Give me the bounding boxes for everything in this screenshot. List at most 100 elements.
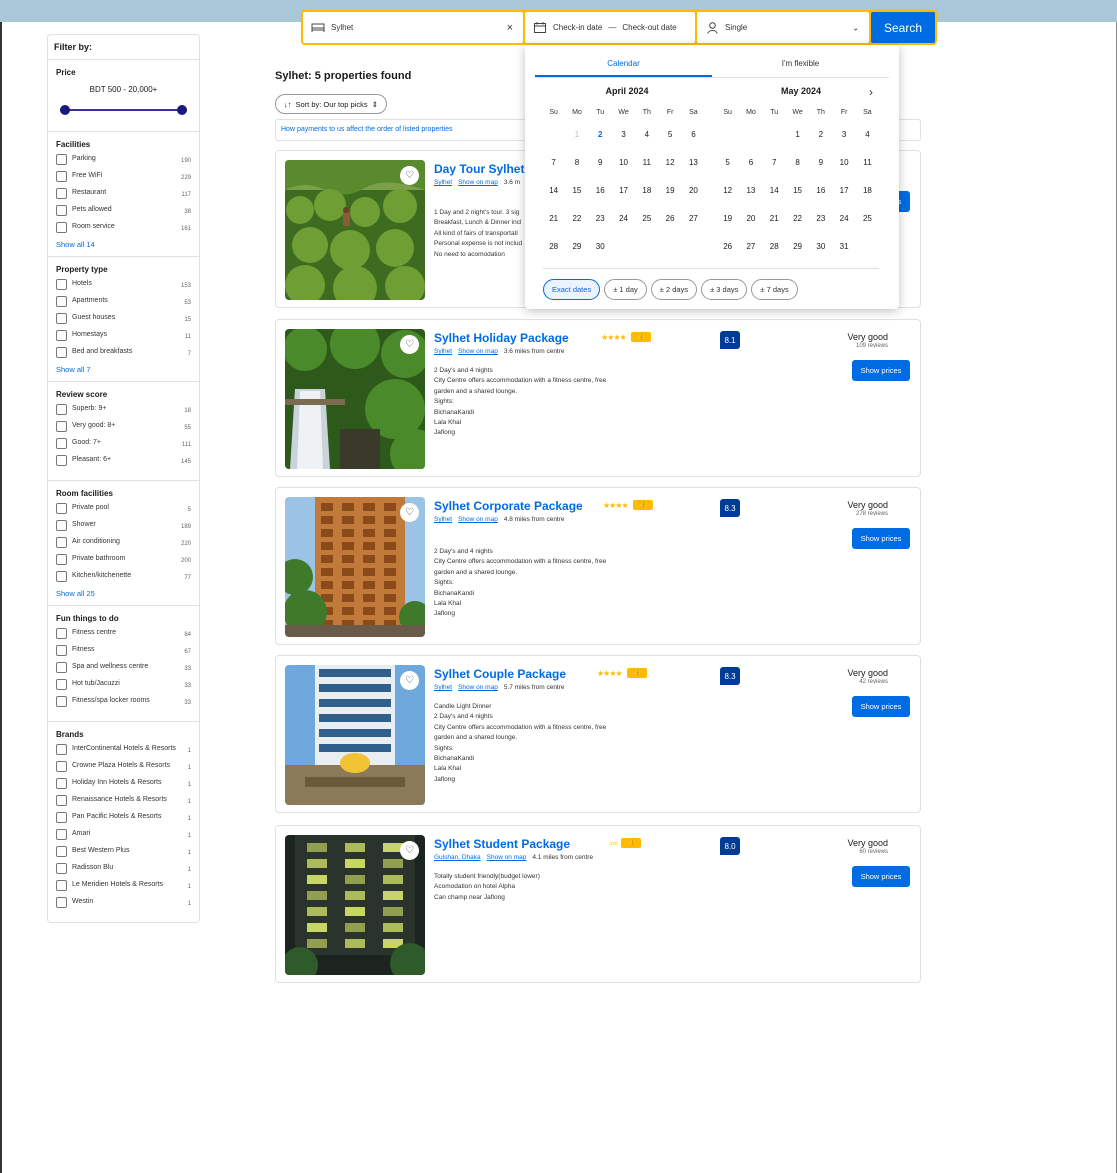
heart-icon[interactable]: ♡: [400, 841, 419, 860]
price-slider[interactable]: [60, 104, 187, 116]
guests-field[interactable]: Single ⌄: [697, 12, 869, 43]
flex-range-option[interactable]: ± 2 days: [650, 279, 698, 300]
calendar-day[interactable]: 12: [658, 149, 681, 177]
checkbox[interactable]: [56, 829, 67, 840]
checkbox[interactable]: [56, 662, 67, 673]
calendar-day[interactable]: 4: [635, 121, 658, 149]
filter-option[interactable]: Pleasant: 6+ 145: [56, 455, 191, 467]
calendar-day[interactable]: 19: [716, 205, 739, 233]
calendar-day[interactable]: 20: [682, 177, 705, 205]
calendar-day[interactable]: 2: [809, 121, 832, 149]
filter-option[interactable]: Radisson Blu 1: [56, 863, 191, 875]
checkbox[interactable]: [56, 761, 67, 772]
calendar-day[interactable]: 15: [786, 177, 809, 205]
show-all-property-types-link[interactable]: Show all 7: [56, 365, 191, 374]
checkbox[interactable]: [56, 897, 67, 908]
checkbox[interactable]: [56, 645, 67, 656]
calendar-day[interactable]: 30: [589, 233, 612, 261]
calendar-day[interactable]: 23: [589, 205, 612, 233]
calendar-day[interactable]: 26: [716, 233, 739, 261]
filter-option[interactable]: Superb: 9+ 18: [56, 404, 191, 416]
calendar-day[interactable]: 23: [809, 205, 832, 233]
property-name[interactable]: Sylhet Holiday Package: [434, 331, 569, 345]
checkbox[interactable]: [56, 846, 67, 857]
checkbox[interactable]: [56, 296, 67, 307]
show-prices-button[interactable]: Show prices: [852, 866, 910, 887]
checkbox[interactable]: [56, 503, 67, 514]
property-card[interactable]: ♡ Sylhet Student Package ▫▫▫▫ 👍 Gulshan, Dha…: [275, 825, 921, 983]
property-name[interactable]: Sylhet Corporate Package: [434, 499, 583, 513]
calendar-day[interactable]: 26: [658, 205, 681, 233]
filter-option[interactable]: Best Western Plus 1: [56, 846, 191, 858]
calendar-day[interactable]: 18: [856, 177, 879, 205]
checkbox[interactable]: [56, 628, 67, 639]
chevron-right-icon[interactable]: ›: [869, 85, 873, 99]
calendar-day[interactable]: 15: [565, 177, 588, 205]
filter-option[interactable]: Hotels 153: [56, 279, 191, 291]
calendar-day[interactable]: 13: [739, 177, 762, 205]
calendar-day[interactable]: 3: [832, 121, 855, 149]
filter-option[interactable]: Holiday Inn Hotels & Resorts 1: [56, 778, 191, 790]
heart-icon[interactable]: ♡: [400, 503, 419, 522]
filter-option[interactable]: Private pool 5: [56, 503, 191, 515]
filter-option[interactable]: Bed and breakfasts 7: [56, 347, 191, 359]
property-card[interactable]: ♡ Sylhet Holiday Package ★★★★ 👍 Sylhet Show o…: [275, 319, 921, 477]
checkbox[interactable]: [56, 696, 67, 707]
filter-option[interactable]: Renaissance Hotels & Resorts 1: [56, 795, 191, 807]
filter-option[interactable]: Amari 1: [56, 829, 191, 841]
show-all-room-facilities-link[interactable]: Show all 25: [56, 589, 191, 598]
checkbox[interactable]: [56, 744, 67, 755]
filter-option[interactable]: Fitness/spa locker rooms 33: [56, 696, 191, 708]
filter-option[interactable]: Parking 190: [56, 154, 191, 166]
calendar-day[interactable]: 10: [612, 149, 635, 177]
property-name[interactable]: Day Tour Sylhet: [434, 162, 524, 176]
calendar-day[interactable]: 27: [739, 233, 762, 261]
show-all-facilities-link[interactable]: Show all 14: [56, 240, 191, 249]
calendar-day[interactable]: 13: [682, 149, 705, 177]
checkbox[interactable]: [56, 537, 67, 548]
filter-option[interactable]: Room service 161: [56, 222, 191, 234]
heart-icon[interactable]: ♡: [400, 335, 419, 354]
checkbox[interactable]: [56, 421, 67, 432]
calendar-day[interactable]: 9: [809, 149, 832, 177]
location-link[interactable]: Sylhet: [434, 516, 452, 523]
filter-option[interactable]: Restaurant 117: [56, 188, 191, 200]
dates-field[interactable]: Check-in date — Check-out date: [525, 12, 695, 43]
show-on-map-link[interactable]: Show on map: [458, 348, 498, 355]
calendar-day[interactable]: 3: [612, 121, 635, 149]
calendar-day[interactable]: 20: [739, 205, 762, 233]
checkbox[interactable]: [56, 455, 67, 466]
calendar-day[interactable]: 8: [565, 149, 588, 177]
filter-option[interactable]: Westin 1: [56, 897, 191, 909]
calendar-day[interactable]: 22: [565, 205, 588, 233]
filter-option[interactable]: Homestays 11: [56, 330, 191, 342]
destination-field[interactable]: Sylhet ×: [303, 12, 523, 43]
checkbox[interactable]: [56, 171, 67, 182]
tab-calendar[interactable]: Calendar: [535, 53, 712, 77]
calendar-day[interactable]: 6: [739, 149, 762, 177]
location-link[interactable]: Sylhet: [434, 348, 452, 355]
calendar-day[interactable]: 9: [589, 149, 612, 177]
calendar-day[interactable]: 14: [542, 177, 565, 205]
heart-icon[interactable]: ♡: [400, 166, 419, 185]
filter-option[interactable]: Shower 189: [56, 520, 191, 532]
search-button[interactable]: Search: [871, 12, 935, 43]
checkbox[interactable]: [56, 404, 67, 415]
exact-dates-option[interactable]: Exact dates: [543, 279, 601, 300]
filter-option[interactable]: Very good: 8+ 55: [56, 421, 191, 433]
calendar-day[interactable]: 18: [635, 177, 658, 205]
calendar-day[interactable]: 30: [809, 233, 832, 261]
calendar-day[interactable]: 28: [542, 233, 565, 261]
calendar-day[interactable]: 8: [786, 149, 809, 177]
show-on-map-link[interactable]: Show on map: [487, 854, 527, 861]
checkbox[interactable]: [56, 520, 67, 531]
filter-option[interactable]: Private bathroom 200: [56, 554, 191, 566]
filter-option[interactable]: Free WiFi 229: [56, 171, 191, 183]
checkbox[interactable]: [56, 778, 67, 789]
price-max-handle[interactable]: [177, 105, 187, 115]
location-link[interactable]: Gulshan, Dhaka: [434, 854, 481, 861]
checkbox[interactable]: [56, 330, 67, 341]
filter-option[interactable]: Pets allowed 38: [56, 205, 191, 217]
calendar-day[interactable]: 17: [612, 177, 635, 205]
calendar-day[interactable]: 28: [763, 233, 786, 261]
